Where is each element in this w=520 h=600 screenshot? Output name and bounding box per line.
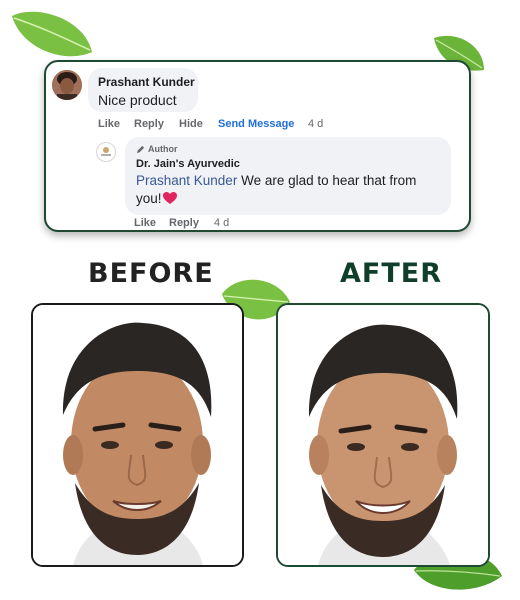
pencil-icon [136,145,145,153]
comment-actions: Like Reply Hide Send Message 4 d [98,118,358,132]
after-heading: AFTER [340,258,442,289]
author-avatar[interactable] [96,142,116,162]
author-badge-label: Author [148,144,178,154]
heart-icon [162,192,177,204]
commenter-name[interactable]: Prashant Kunder [98,75,198,89]
reply-bubble: Author Dr. Jain's Ayurvedic Prashant Kun… [125,137,451,215]
reply-like-button[interactable]: Like [134,217,156,229]
mention-link[interactable]: Prashant Kunder [136,173,237,188]
comment-bubble: Prashant Kunder Nice product [88,68,198,112]
hide-button[interactable]: Hide [179,118,203,130]
before-face-image [33,305,242,565]
send-message-button[interactable]: Send Message [218,118,294,130]
author-badge: Author [136,143,451,155]
reply-text: Prashant Kunder We are glad to hear that… [136,172,436,208]
reply-actions: Like Reply 4 d [134,217,254,231]
brand-logo-icon [101,147,111,156]
after-photo [276,303,490,567]
page-name[interactable]: Dr. Jain's Ayurvedic [136,158,451,170]
commenter-avatar-image [52,70,82,100]
before-photo [31,303,244,567]
before-heading: BEFORE [88,258,214,289]
reply-button[interactable]: Reply [134,118,164,130]
comment-card: Prashant Kunder Nice product Like Reply … [44,60,471,232]
after-face-image [278,305,488,565]
like-button[interactable]: Like [98,118,120,130]
mint-leaf-top-left [12,11,92,57]
comment-timestamp[interactable]: 4 d [308,118,323,130]
comment-text: Nice product [98,92,177,108]
reply-reply-button[interactable]: Reply [169,217,199,229]
commenter-avatar[interactable] [52,70,82,100]
reply-timestamp[interactable]: 4 d [214,217,229,229]
